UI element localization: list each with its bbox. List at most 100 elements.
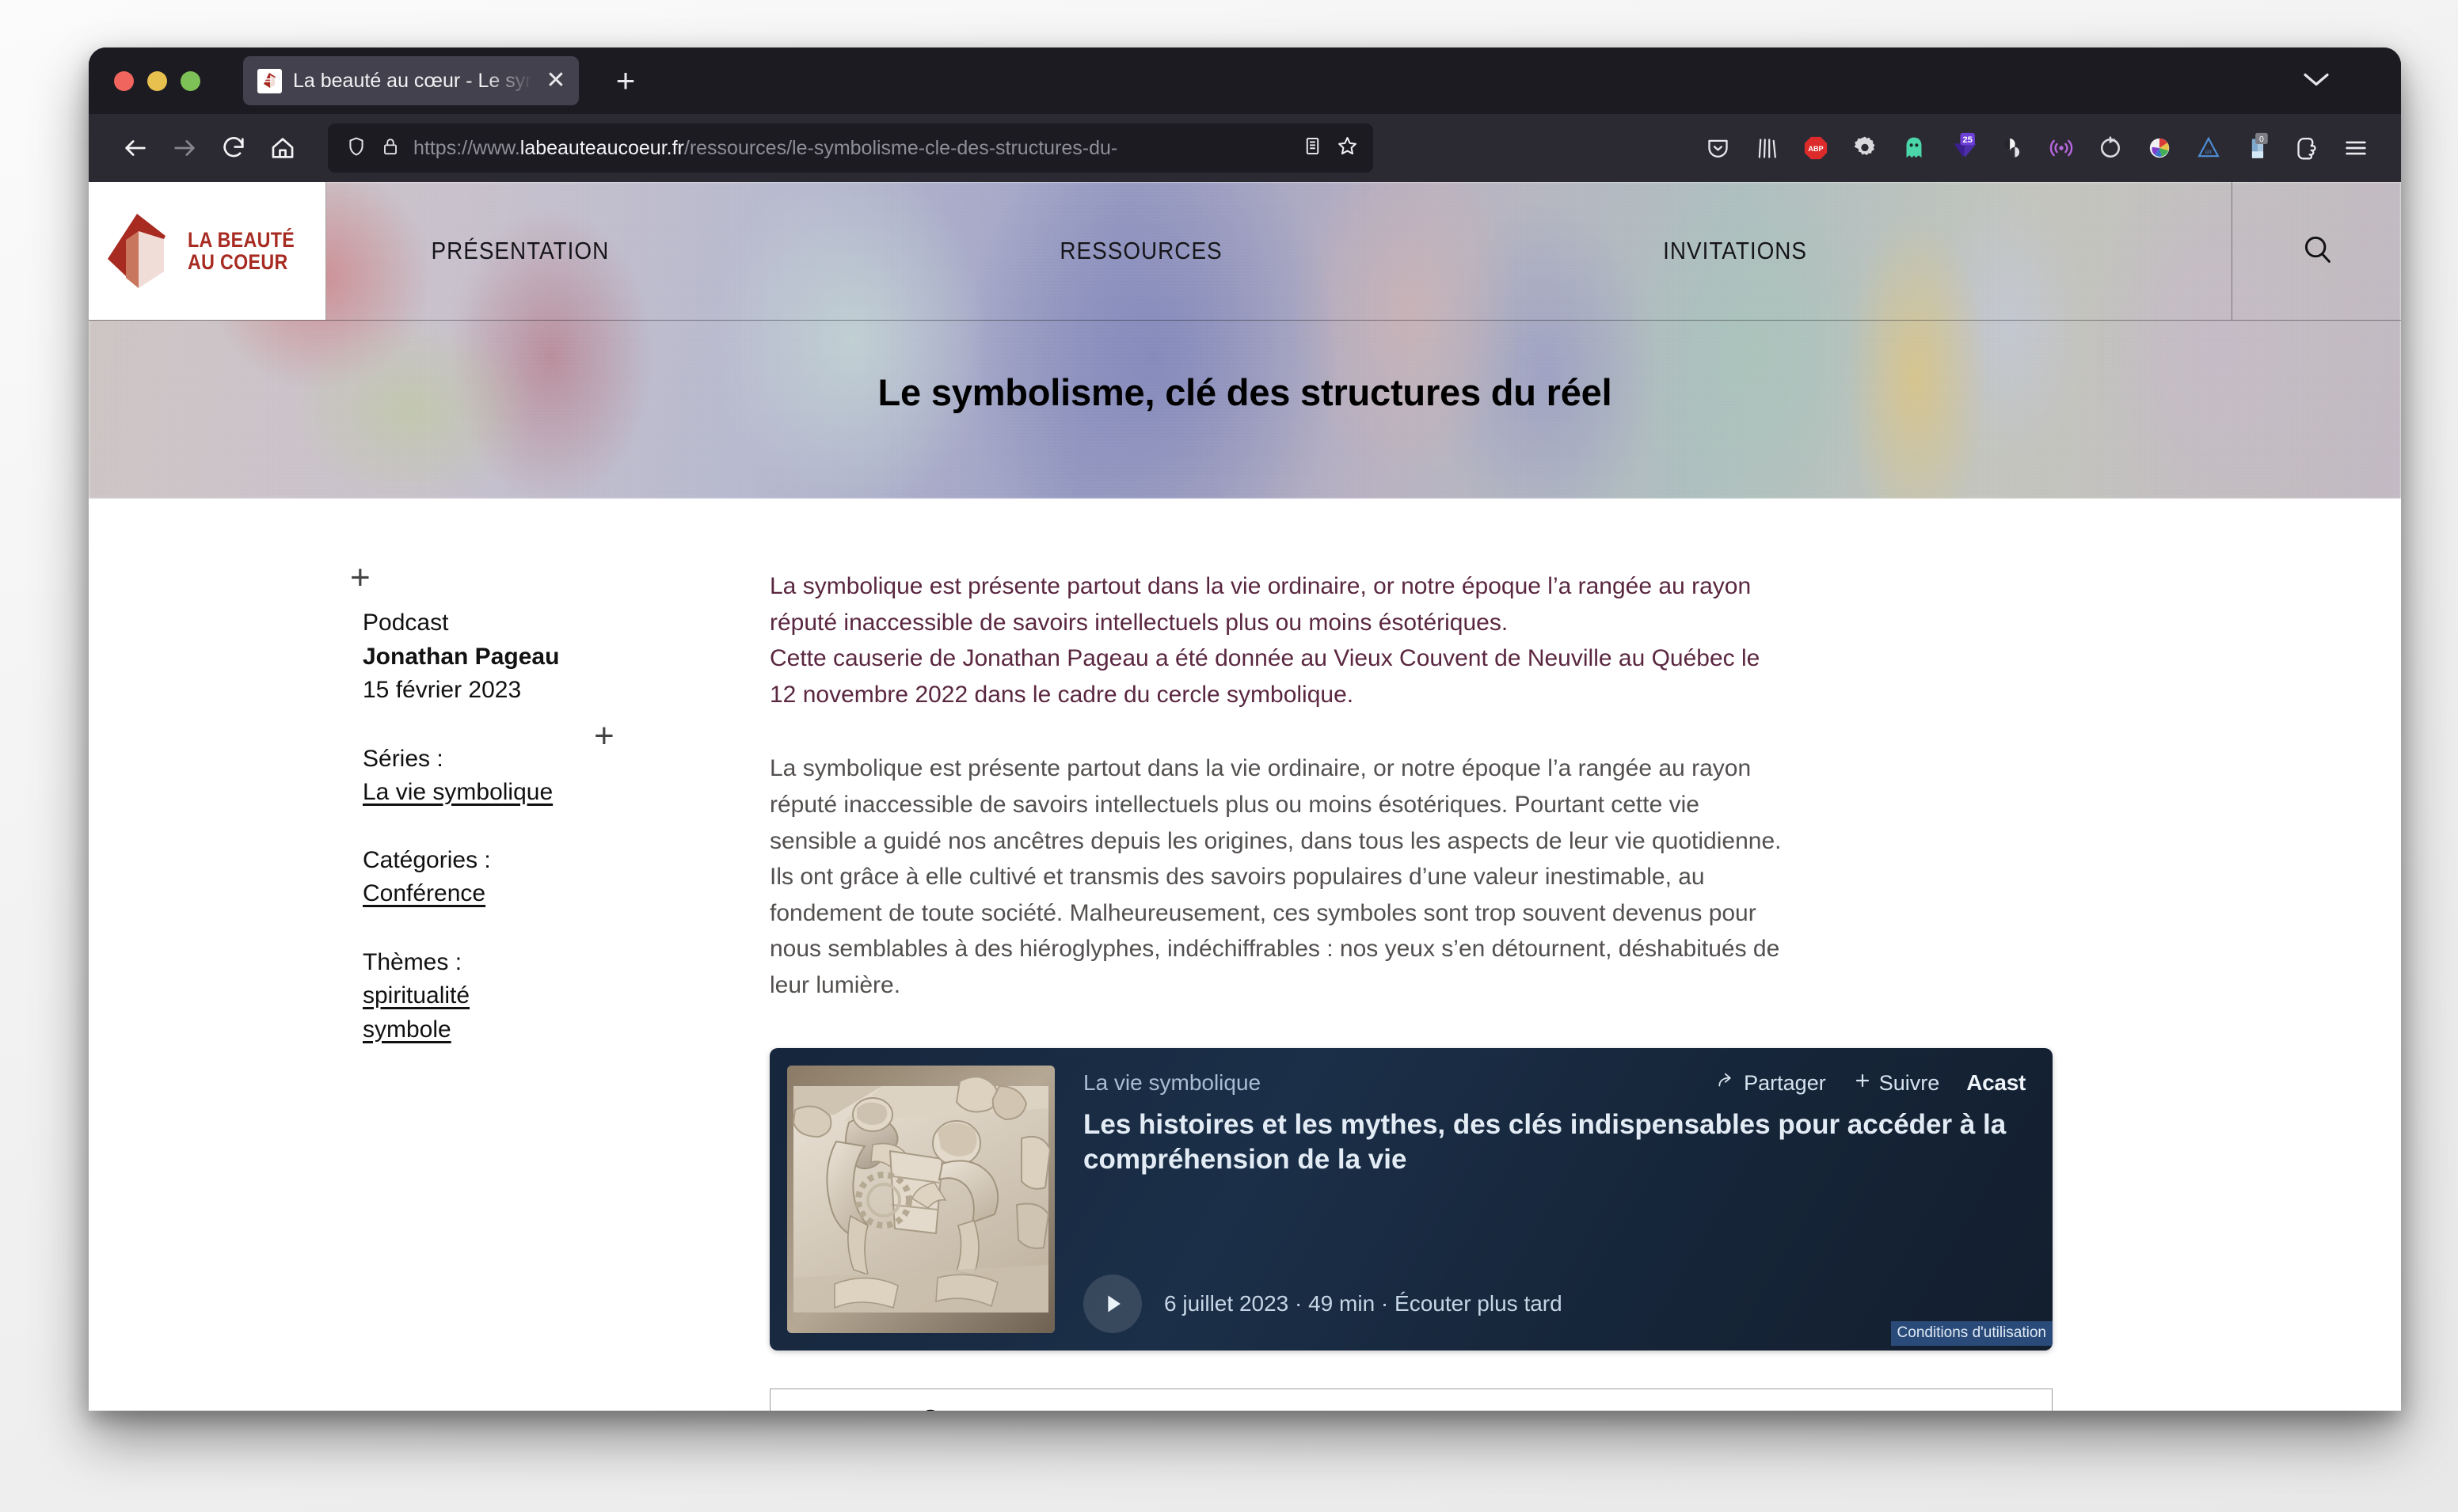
refresh-cycle-icon[interactable] <box>2086 123 2135 173</box>
play-button[interactable] <box>1083 1274 1142 1333</box>
app-menu-icon[interactable] <box>2331 123 2380 173</box>
tab-close-icon[interactable]: ✕ <box>544 69 568 93</box>
browser-toolbar: https://www.labeauteaucoeur.fr/ressource… <box>89 114 2401 182</box>
logo-mark-icon <box>106 212 170 290</box>
article-lead-paragraph: La symbolique est présente partout dans … <box>770 573 1760 708</box>
page-title: Le symbolisme, clé des structures du rée… <box>877 371 1612 413</box>
svg-text:ABP: ABP <box>1808 145 1823 153</box>
social-share-bar: + <box>770 1388 2053 1411</box>
download-arrow-icon[interactable]: 25 <box>1939 123 1988 173</box>
meta-type: Podcast <box>363 610 449 636</box>
bookmark-star-icon[interactable] <box>1336 135 1359 161</box>
tab-strip: La beauté au cœur - Le symbolis ✕ + <box>89 47 2401 114</box>
svg-text:0: 0 <box>2259 135 2264 144</box>
mathml-alpha-icon[interactable]: ax <box>2184 123 2233 173</box>
chevron-down-icon[interactable] <box>2301 70 2331 93</box>
share-arrow-icon <box>1716 1070 1737 1096</box>
extensions-toolbar: ABP 25 ax 0 <box>1693 123 2380 173</box>
adblock-plus-icon[interactable]: ABP <box>1791 123 1840 173</box>
browser-tab[interactable]: La beauté au cœur - Le symbolis ✕ <box>243 56 579 105</box>
meta-theme-link[interactable]: symbole <box>363 1013 770 1047</box>
site-hero: LA BEAUTÉ AU COEUR PRÉSENTATION RESSOURC… <box>89 182 2401 499</box>
url-text[interactable]: https://www.labeauteaucoeur.fr/ressource… <box>413 137 1289 160</box>
meta-themes-label: Thèmes : <box>363 948 462 975</box>
header-divider <box>89 320 2401 321</box>
share-more-button[interactable]: + <box>1732 1389 2053 1411</box>
player-follow-label: Suivre <box>1878 1070 1940 1095</box>
share-email-icon <box>1555 1406 1587 1411</box>
close-window-button[interactable] <box>114 70 134 91</box>
container-tabs-icon[interactable]: 0 <box>2233 123 2282 173</box>
share-email-button[interactable] <box>1411 1389 1732 1411</box>
article-main: La symbolique est présente partout dans … <box>770 568 2116 1411</box>
color-wheel-icon[interactable] <box>2135 123 2184 173</box>
meta-series-block: Séries : La vie symbolique <box>363 746 770 810</box>
player-header-row: La vie symbolique Partager Suivre Acast <box>1083 1070 2026 1096</box>
player-progress-area: 6 juillet 2023 · 49 min · Écouter plus t… <box>1164 1291 2026 1316</box>
player-details: La vie symbolique Partager Suivre Acast … <box>1055 1066 2035 1333</box>
acast-brand-label[interactable]: Acast <box>1966 1070 2026 1096</box>
player-share-label: Partager <box>1744 1070 1826 1095</box>
plus-decoration-icon: + <box>350 558 371 597</box>
window-traffic-lights <box>114 70 200 91</box>
nav-item-ressources[interactable]: RESSOURCES <box>1060 237 1222 265</box>
meta-categories-label: Catégories : <box>363 847 491 874</box>
library-icon[interactable] <box>1742 123 1791 173</box>
player-show-name[interactable]: La vie symbolique <box>1083 1070 1261 1096</box>
share-twitter-button[interactable] <box>1091 1389 1412 1411</box>
logo-line-1: LA BEAUTÉ <box>187 227 295 252</box>
share-twitter-icon <box>1235 1406 1267 1411</box>
player-terms-link[interactable]: Conditions d'utilisation <box>1890 1320 2053 1346</box>
nav-item-presentation[interactable]: PRÉSENTATION <box>431 237 609 265</box>
minimize-window-button[interactable] <box>147 70 167 91</box>
settings-gear-icon[interactable] <box>1840 123 1889 173</box>
share-facebook-button[interactable] <box>771 1389 1091 1411</box>
ghostery-icon[interactable] <box>1889 123 1939 173</box>
svg-text:25: 25 <box>1962 135 1973 145</box>
reader-mode-icon[interactable] <box>1302 135 1323 161</box>
nav-item-invitations[interactable]: INVITATIONS <box>1663 237 1807 265</box>
site-main-nav: PRÉSENTATION RESSOURCES INVITATIONS <box>326 182 2232 320</box>
back-button[interactable] <box>111 123 160 173</box>
meta-categories-block: Catégories : Conférence <box>363 847 770 911</box>
page-viewport: LA BEAUTÉ AU COEUR PRÉSENTATION RESSOURC… <box>89 182 2401 1411</box>
plus-icon <box>1853 1071 1872 1096</box>
home-button[interactable] <box>258 123 307 173</box>
podcast-artwork <box>787 1065 1055 1333</box>
site-logo[interactable]: LA BEAUTÉ AU COEUR <box>89 182 326 320</box>
svg-text:ax: ax <box>2205 147 2213 155</box>
site-header: LA BEAUTÉ AU COEUR PRÉSENTATION RESSOURC… <box>89 182 2401 320</box>
player-actions: Partager Suivre Acast <box>1716 1070 2026 1096</box>
logo-wordmark: LA BEAUTÉ AU COEUR <box>187 227 295 273</box>
player-episode-title[interactable]: Les histoires et les mythes, des clés in… <box>1083 1107 2026 1177</box>
reload-button[interactable] <box>209 123 258 173</box>
meta-series-link[interactable]: La vie symbolique <box>363 776 770 810</box>
share-facebook-icon <box>925 1409 937 1411</box>
meta-podcast-block: Podcast Jonathan Pageau 15 février 2023 <box>363 568 770 708</box>
article-body-paragraph: La symbolique est présente partout dans … <box>770 755 1782 998</box>
player-follow-button[interactable]: Suivre <box>1853 1070 1940 1096</box>
meta-author: Jonathan Pageau <box>363 643 560 670</box>
search-button[interactable] <box>2232 182 2401 320</box>
plus-icon: + <box>1881 1404 1902 1411</box>
acast-podcast-player[interactable]: La vie symbolique Partager Suivre Acast … <box>770 1047 2053 1351</box>
cookie-manager-icon[interactable] <box>1988 123 2037 173</box>
player-share-button[interactable]: Partager <box>1716 1070 1826 1096</box>
meta-themes-block: Thèmes : spiritualité symbole <box>363 949 770 1047</box>
forward-button[interactable] <box>160 123 209 173</box>
meta-theme-link[interactable]: spiritualité <box>363 979 770 1013</box>
maximize-window-button[interactable] <box>181 70 200 91</box>
meta-categories-link[interactable]: Conférence <box>363 877 770 911</box>
address-bar[interactable]: https://www.labeauteaucoeur.fr/ressource… <box>328 123 1373 173</box>
pocket-icon[interactable] <box>1693 123 1742 173</box>
lock-icon[interactable] <box>380 136 401 161</box>
player-episode-meta: 6 juillet 2023 · 49 min · Écouter plus t… <box>1164 1290 1562 1316</box>
plus-decoration-icon: + <box>594 716 614 755</box>
rss-feed-icon[interactable] <box>2037 123 2086 173</box>
browser-window: La beauté au cœur - Le symbolis ✕ + <box>89 47 2401 1411</box>
ublock-origin-icon[interactable] <box>2282 123 2331 173</box>
play-icon <box>1108 1295 1121 1313</box>
player-controls-row: 6 juillet 2023 · 49 min · Écouter plus t… <box>1083 1274 2026 1333</box>
shield-icon[interactable] <box>345 135 367 161</box>
new-tab-button[interactable]: + <box>607 64 644 97</box>
